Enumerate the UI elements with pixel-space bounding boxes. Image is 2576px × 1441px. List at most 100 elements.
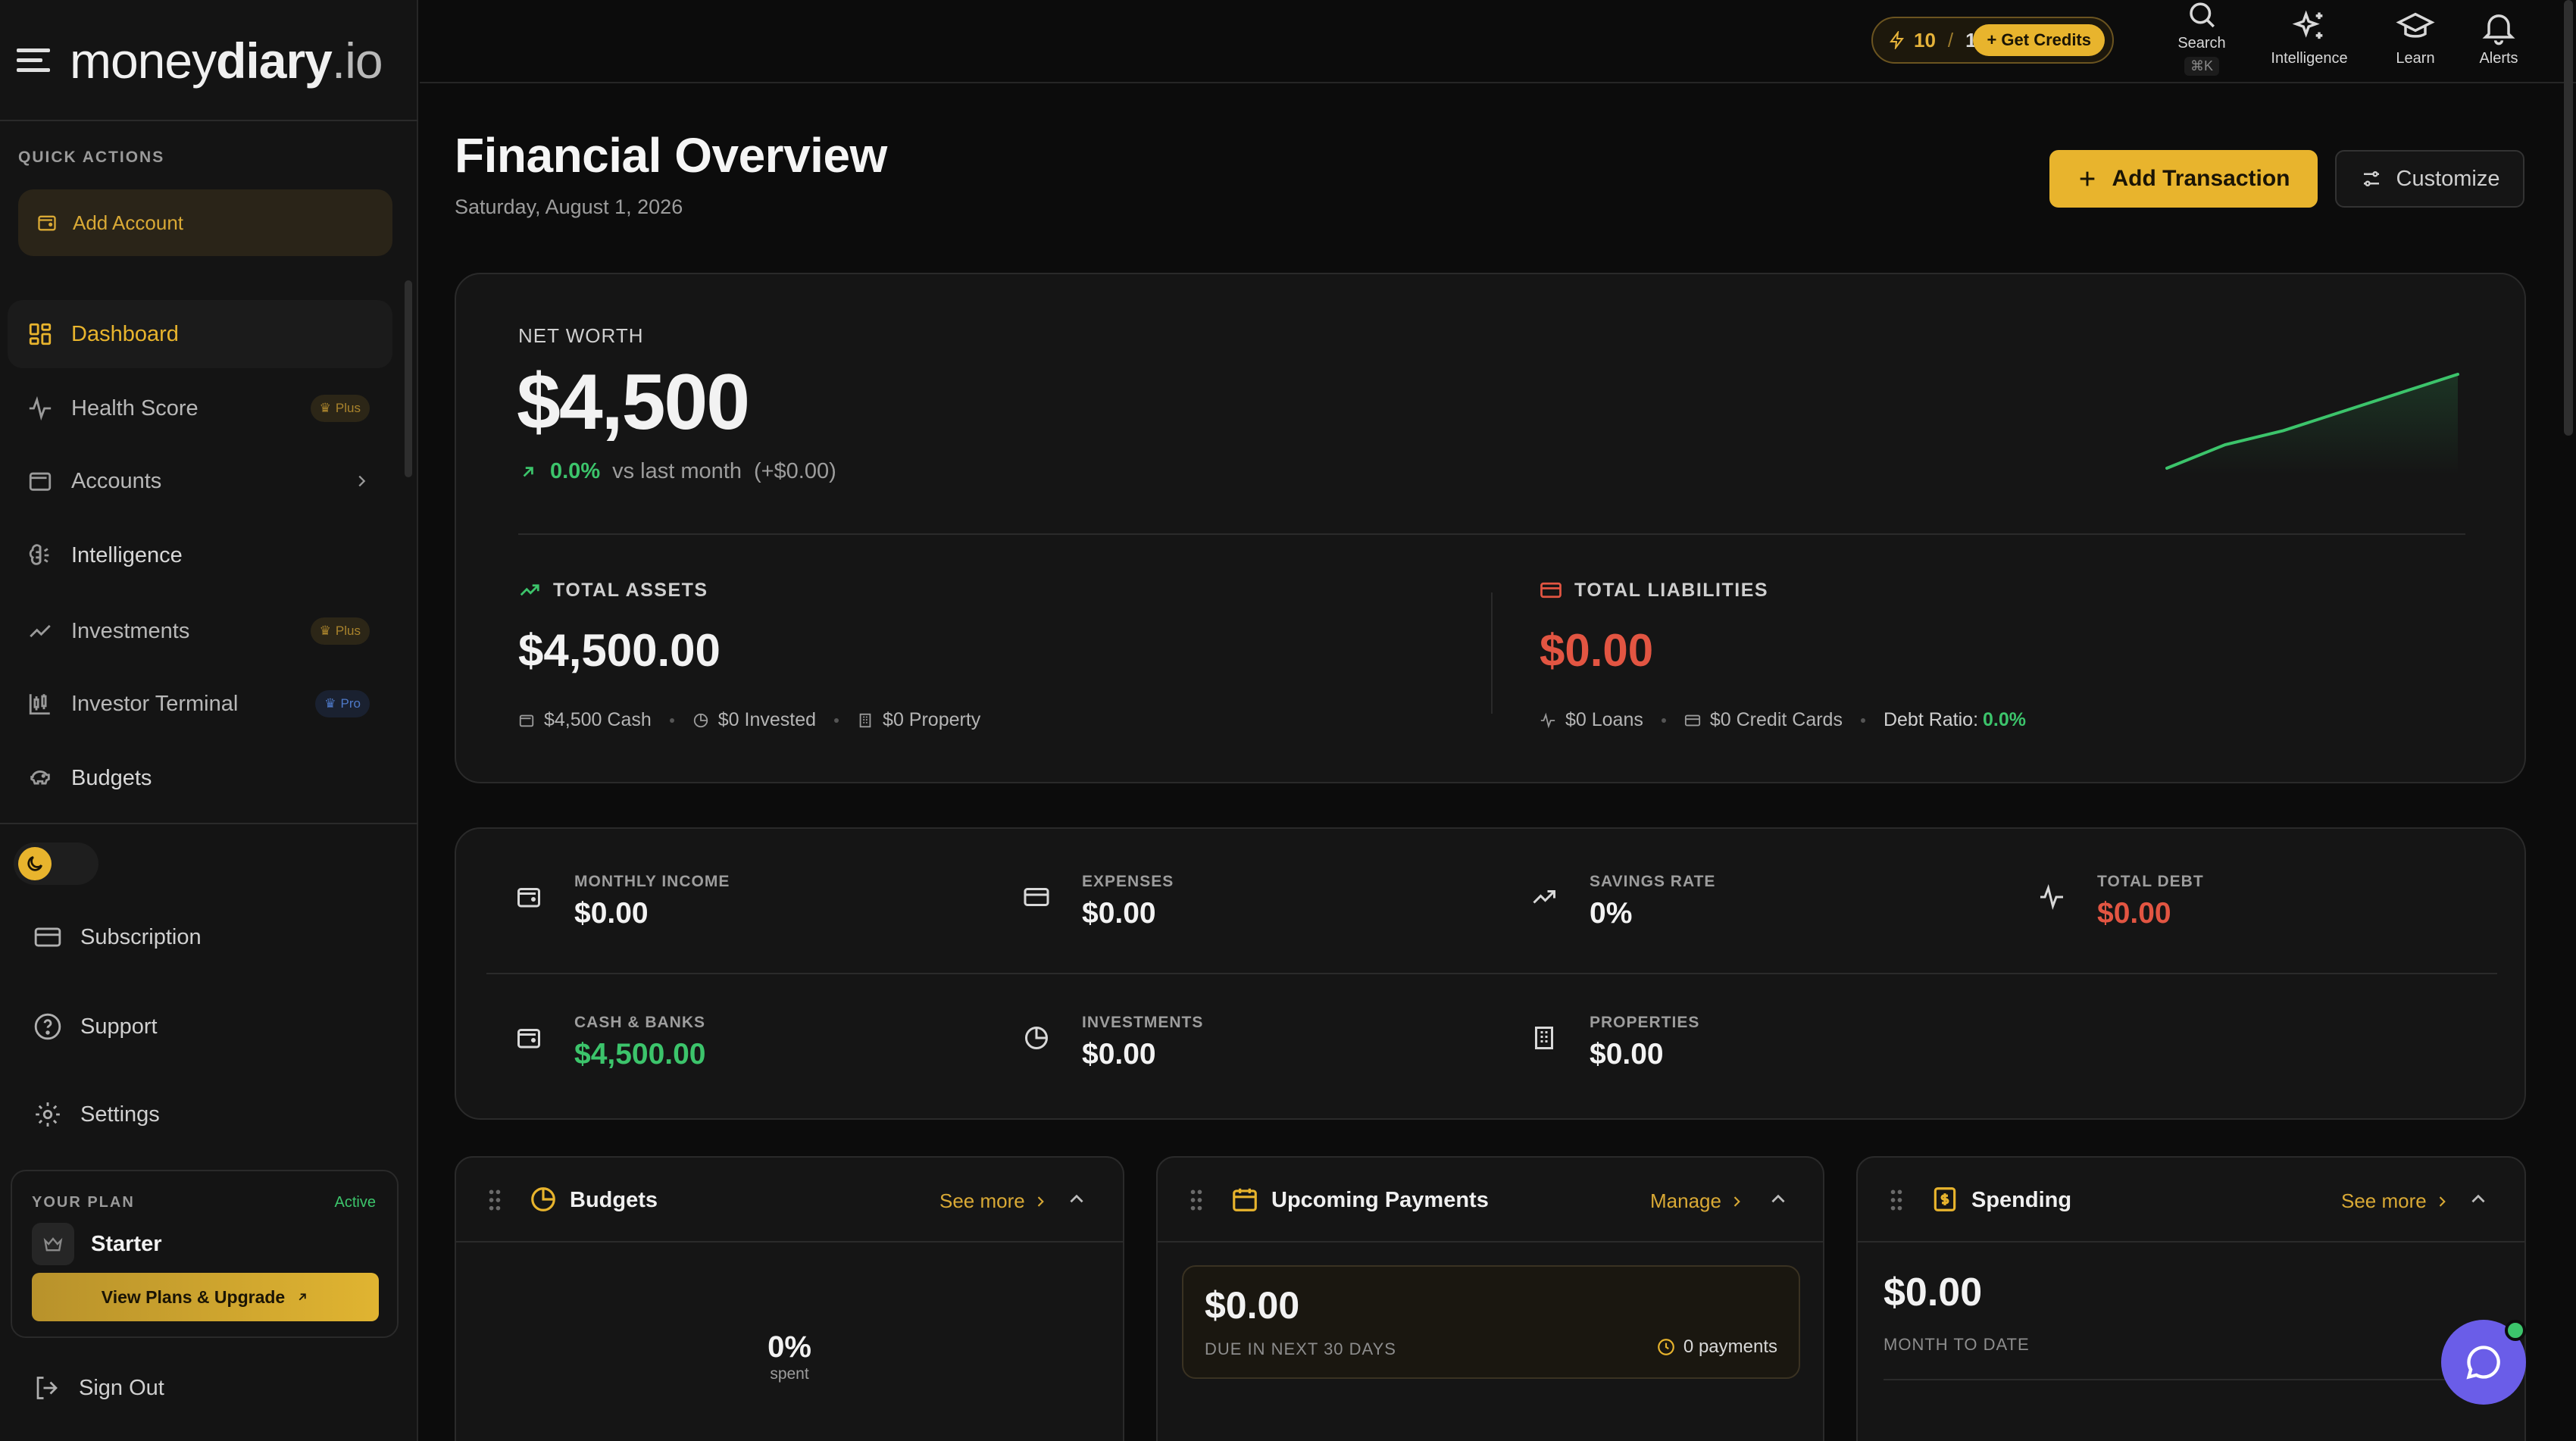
search-shortcut: ⌘K xyxy=(2184,57,2219,76)
chevron-up-icon[interactable] xyxy=(1067,1189,1086,1209)
sidebar-item-label: Dashboard xyxy=(71,321,179,346)
wallet-icon xyxy=(515,1024,542,1071)
card-divider xyxy=(486,973,2497,974)
badge-label: Pro xyxy=(340,696,361,711)
upgrade-label: View Plans & Upgrade xyxy=(101,1286,286,1307)
support-link[interactable]: Support xyxy=(33,1012,158,1041)
sign-out-label: Sign Out xyxy=(79,1375,164,1400)
upcoming-caption: DUE IN NEXT 30 DAYS xyxy=(1205,1339,1396,1358)
logo-row: moneydiary.io xyxy=(17,27,383,94)
external-arrow-icon xyxy=(295,1290,309,1304)
metric-value: $0.00 xyxy=(1082,1038,1156,1071)
upcoming-manage-link[interactable]: Manage xyxy=(1650,1189,1744,1213)
metric-value: $0.00 xyxy=(1082,897,1156,930)
credits-pill[interactable]: 10 / 10 + Get Credits xyxy=(1871,17,2114,64)
see-more-label: See more xyxy=(2341,1189,2427,1212)
budgets-see-more-link[interactable]: See more xyxy=(939,1189,1048,1213)
clock-icon xyxy=(1656,1337,1676,1357)
chevron-right-icon xyxy=(2434,1194,2449,1209)
drag-handle-icon[interactable] xyxy=(1890,1188,1903,1212)
subscription-label: Subscription xyxy=(80,924,202,949)
spending-see-more-link[interactable]: See more xyxy=(2341,1189,2449,1213)
logo-part-tld: .io xyxy=(331,33,383,89)
settings-link[interactable]: Settings xyxy=(33,1100,160,1129)
sidebar-item-health-score[interactable]: Health Score ♛ Plus xyxy=(8,374,392,442)
wallet-icon xyxy=(27,468,53,494)
trend-up-icon xyxy=(518,579,541,602)
metric-properties[interactable]: PROPERTIES $0.00 xyxy=(1530,1014,1699,1071)
metric-cash-banks[interactable]: CASH & BANKS $4,500.00 xyxy=(515,1014,706,1071)
credits-used: 10 xyxy=(1914,28,1936,52)
add-account-button[interactable]: Add Account xyxy=(18,189,392,256)
upcoming-payments-widget: Upcoming Payments Manage $0.00 DUE IN NE… xyxy=(1156,1156,1824,1441)
chat-bubble-icon xyxy=(2464,1343,2503,1382)
sign-out-button[interactable]: Sign Out xyxy=(33,1374,164,1402)
alerts-button[interactable]: Alerts xyxy=(2468,8,2529,67)
customize-button[interactable]: Customize xyxy=(2335,150,2524,208)
page-date: Saturday, August 1, 2026 xyxy=(455,195,683,218)
total-assets-header: TOTAL ASSETS xyxy=(518,579,708,602)
sidebar-item-budgets[interactable]: Budgets xyxy=(8,744,392,812)
settings-label: Settings xyxy=(80,1102,160,1127)
theme-toggle[interactable] xyxy=(14,842,98,885)
metric-investments[interactable]: INVESTMENTS $0.00 xyxy=(1023,1014,1203,1071)
sidebar-item-investor-terminal[interactable]: Investor Terminal ♛ Pro xyxy=(8,670,392,738)
net-worth-vs-label: vs last month xyxy=(612,459,742,483)
net-worth-card: NET WORTH $4,500 0.0% vs last month (+$0… xyxy=(455,273,2526,783)
gear-icon xyxy=(33,1100,62,1129)
log-out-icon xyxy=(33,1374,61,1402)
budgets-widget-title: Budgets xyxy=(570,1188,658,1212)
sidebar-item-investments[interactable]: Investments ♛ Plus xyxy=(8,597,392,665)
plan-card: YOUR PLAN Active Starter View Plans & Up… xyxy=(11,1170,399,1338)
chevron-up-icon[interactable] xyxy=(2468,1189,2488,1209)
total-liabilities-header: TOTAL LIABILITIES xyxy=(1540,579,1768,602)
search-button[interactable]: Search ⌘K xyxy=(2167,0,2237,76)
spending-caption: MONTH TO DATE xyxy=(1884,1335,2030,1354)
sidebar-scrollbar[interactable] xyxy=(405,280,412,477)
credit-card-icon xyxy=(33,923,62,952)
menu-icon[interactable] xyxy=(17,45,53,76)
calendar-icon xyxy=(1230,1185,1259,1214)
pro-badge: ♛ Pro xyxy=(315,690,370,717)
get-credits-button[interactable]: + Get Credits xyxy=(1973,24,2105,56)
moon-icon xyxy=(18,847,52,880)
metric-value: $4,500.00 xyxy=(574,1038,706,1071)
drag-handle-icon[interactable] xyxy=(488,1188,502,1212)
metric-label: MONTHLY INCOME xyxy=(574,873,730,890)
subscription-link[interactable]: Subscription xyxy=(33,923,202,952)
intelligence-label: Intelligence xyxy=(2271,50,2348,67)
sidebar-item-label: Investor Terminal xyxy=(71,691,239,716)
card-divider xyxy=(1884,1379,2497,1380)
add-transaction-button[interactable]: Add Transaction xyxy=(2049,150,2318,208)
alerts-label: Alerts xyxy=(2479,50,2518,67)
budgets-widget-header: Budgets See more xyxy=(456,1158,1123,1243)
intelligence-button[interactable]: Intelligence xyxy=(2262,8,2356,67)
metric-total-debt[interactable]: TOTAL DEBT $0.00 xyxy=(2038,873,2204,930)
learn-button[interactable]: Learn xyxy=(2385,8,2446,67)
credit-card-icon xyxy=(1023,883,1050,930)
budget-spent-pct: 0% xyxy=(767,1330,811,1364)
main-scrollbar[interactable] xyxy=(2564,0,2573,436)
metric-label: SAVINGS RATE xyxy=(1590,873,1716,890)
brain-icon xyxy=(27,542,53,568)
pie-chart-icon xyxy=(529,1185,558,1214)
metric-monthly-income[interactable]: MONTHLY INCOME $0.00 xyxy=(515,873,730,930)
assets-cash: $4,500 Cash xyxy=(544,709,652,730)
upcoming-count: 0 payments xyxy=(1656,1336,1777,1358)
separator-dot xyxy=(1860,717,1865,723)
upcoming-payments-widget-header: Upcoming Payments Manage xyxy=(1158,1158,1823,1243)
badge-label: Plus xyxy=(335,401,361,415)
metric-expenses[interactable]: EXPENSES $0.00 xyxy=(1023,873,1174,930)
building-icon xyxy=(1530,1024,1558,1071)
logo[interactable]: moneydiary.io xyxy=(70,36,383,86)
sidebar-item-accounts[interactable]: Accounts xyxy=(8,447,392,515)
metric-savings-rate[interactable]: SAVINGS RATE 0% xyxy=(1530,873,1715,930)
sidebar-item-intelligence[interactable]: Intelligence xyxy=(8,521,392,589)
drag-handle-icon[interactable] xyxy=(1190,1188,1203,1212)
separator-dot xyxy=(834,717,839,723)
sidebar-item-dashboard[interactable]: Dashboard xyxy=(8,300,392,368)
view-plans-upgrade-button[interactable]: View Plans & Upgrade xyxy=(32,1273,379,1321)
card-vertical-divider xyxy=(1491,592,1493,714)
chevron-up-icon[interactable] xyxy=(1768,1189,1788,1209)
help-circle-icon xyxy=(33,1012,62,1041)
